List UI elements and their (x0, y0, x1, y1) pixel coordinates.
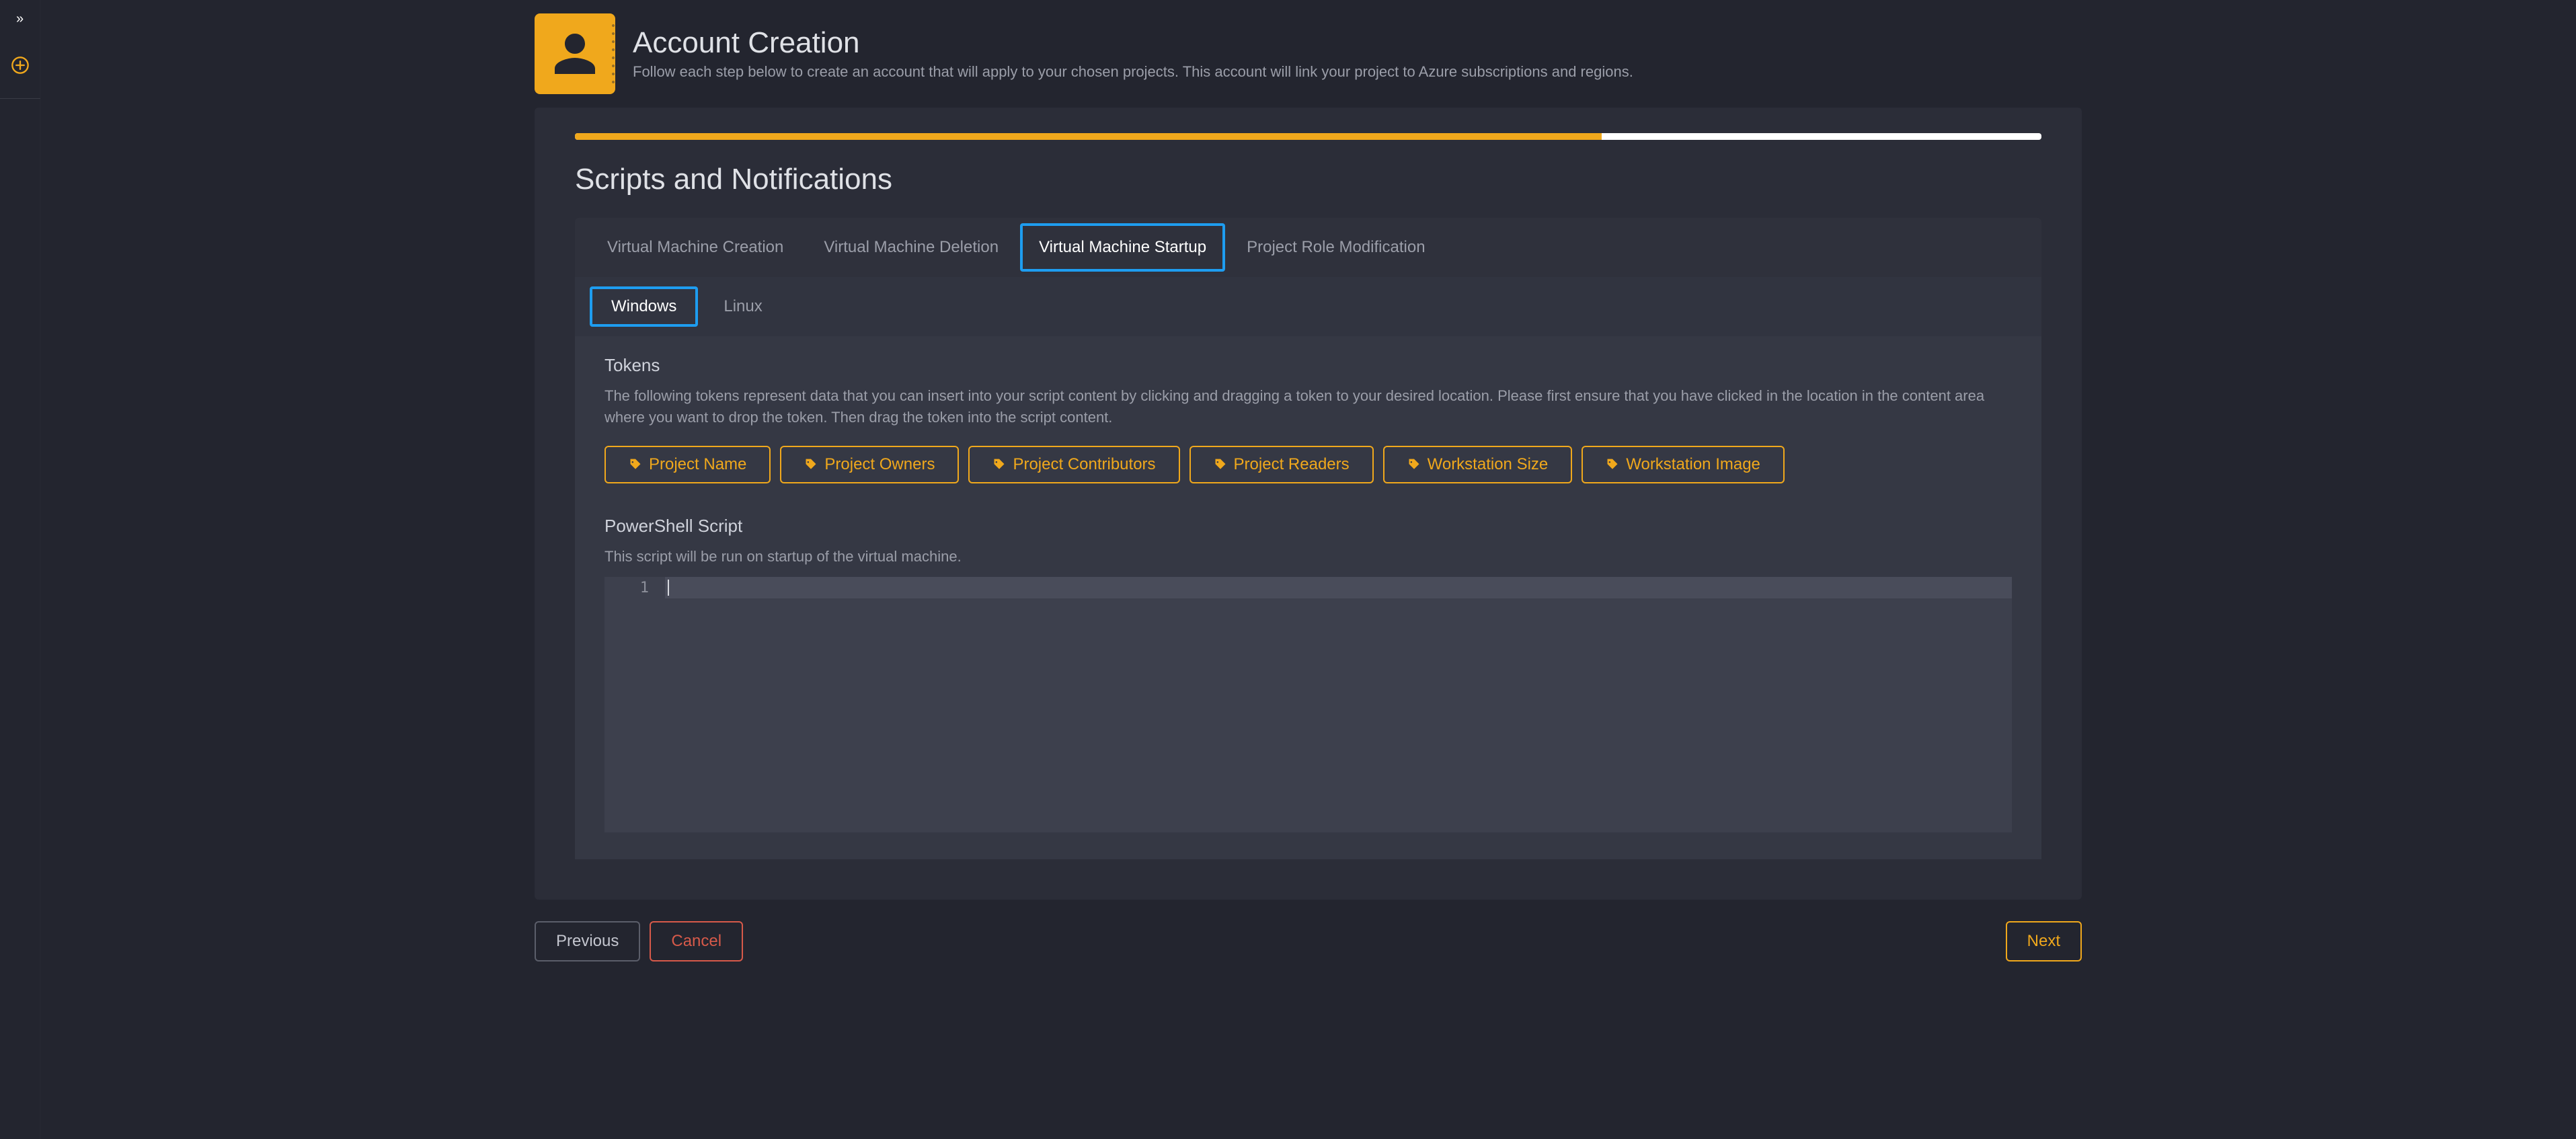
os-tabs: Windows Linux (575, 277, 2041, 336)
script-config-panel: Tokens The following tokens represent da… (575, 336, 2041, 859)
sidebar-divider (0, 98, 40, 99)
token-project-name[interactable]: Project Name (604, 446, 771, 483)
tokens-heading: Tokens (604, 355, 2012, 376)
token-label: Project Name (649, 455, 746, 474)
editor-active-line (665, 577, 2012, 598)
script-editor[interactable]: 1 (604, 577, 2012, 832)
page-title: Account Creation (633, 27, 1633, 59)
progress-fill (575, 133, 1602, 140)
next-button[interactable]: Next (2006, 921, 2082, 961)
tag-icon (1407, 458, 1421, 471)
cancel-button[interactable]: Cancel (650, 921, 743, 961)
wizard-footer: Previous Cancel Next (535, 921, 2082, 961)
expand-sidebar-icon[interactable]: » (16, 12, 24, 26)
section-title: Scripts and Notifications (575, 163, 2041, 196)
tokens-description: The following tokens represent data that… (604, 385, 2012, 428)
account-icon (535, 13, 615, 94)
token-project-owners[interactable]: Project Owners (780, 446, 959, 483)
token-project-readers[interactable]: Project Readers (1189, 446, 1374, 483)
add-icon[interactable] (11, 56, 30, 78)
tab-project-role-modification[interactable]: Project Role Modification (1228, 223, 1444, 272)
tab-windows[interactable]: Windows (590, 286, 698, 327)
editor-cursor (668, 580, 669, 596)
token-label: Workstation Size (1428, 455, 1549, 474)
previous-button[interactable]: Previous (535, 921, 640, 961)
line-number: 1 (604, 580, 649, 597)
token-workstation-image[interactable]: Workstation Image (1582, 446, 1785, 483)
progress-bar (575, 133, 2041, 140)
page-subtitle: Follow each step below to create an acco… (633, 63, 1633, 81)
tab-vm-deletion[interactable]: Virtual Machine Deletion (805, 223, 1017, 272)
sidebar: » (0, 0, 40, 1139)
token-label: Workstation Image (1626, 455, 1760, 474)
token-label: Project Readers (1234, 455, 1350, 474)
script-heading: PowerShell Script (604, 516, 2012, 537)
tag-icon (992, 458, 1006, 471)
editor-gutter: 1 (604, 577, 665, 832)
editor-code-area[interactable] (665, 577, 2012, 832)
tag-icon (804, 458, 818, 471)
tab-linux[interactable]: Linux (702, 286, 783, 327)
tag-icon (629, 458, 642, 471)
token-label: Project Contributors (1013, 455, 1155, 474)
token-project-contributors[interactable]: Project Contributors (968, 446, 1179, 483)
token-list: Project Name Project Owners Project Cont… (604, 446, 2012, 483)
tab-vm-creation[interactable]: Virtual Machine Creation (588, 223, 802, 272)
tab-vm-startup[interactable]: Virtual Machine Startup (1020, 223, 1225, 272)
page-header: Account Creation Follow each step below … (535, 0, 2082, 108)
tag-icon (1606, 458, 1619, 471)
token-workstation-size[interactable]: Workstation Size (1383, 446, 1573, 483)
wizard-panel: Scripts and Notifications Virtual Machin… (535, 108, 2082, 900)
script-description: This script will be run on startup of th… (604, 546, 2012, 567)
token-label: Project Owners (824, 455, 935, 474)
tag-icon (1214, 458, 1227, 471)
event-tabs: Virtual Machine Creation Virtual Machine… (575, 218, 2041, 277)
